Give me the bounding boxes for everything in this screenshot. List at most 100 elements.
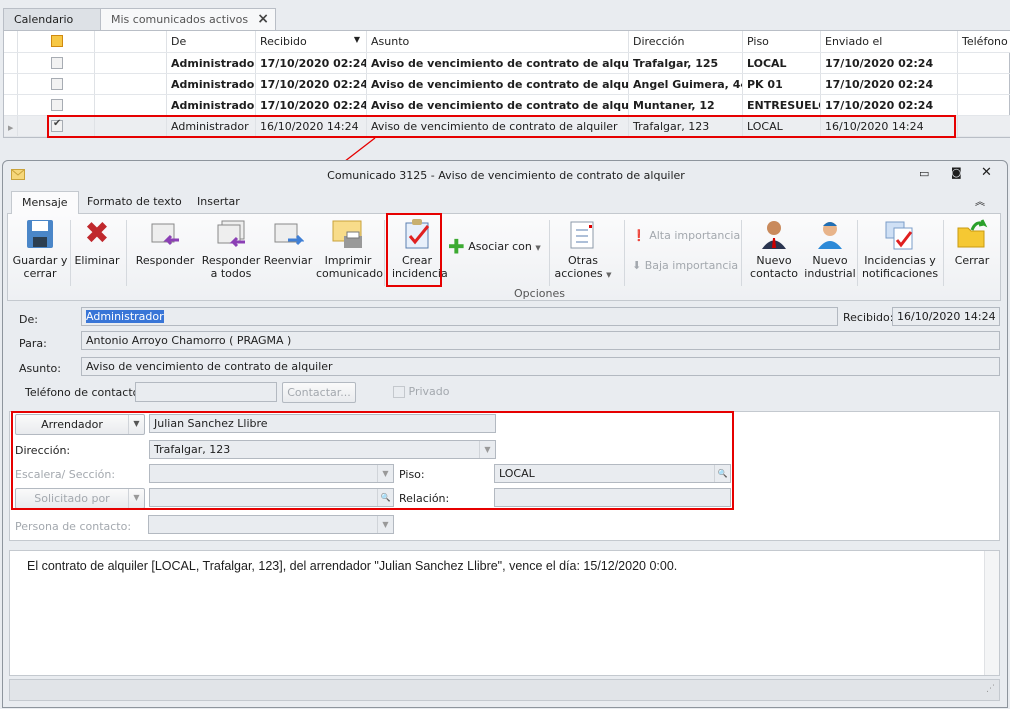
- asociar-con-button[interactable]: ✚ Asociar con ▼: [448, 237, 548, 257]
- crear-incidencia-highlight: [386, 213, 442, 287]
- grid-header: De Recibido ▼ Asunto Dirección Piso Enviado el…: [4, 31, 1010, 53]
- select-all-checkbox[interactable]: [51, 35, 63, 47]
- column-header[interactable]: De: [167, 31, 256, 52]
- row-checkbox[interactable]: [51, 78, 63, 90]
- asunto-field[interactable]: Aviso de vencimiento de contrato de alqu…: [81, 357, 1000, 376]
- cell-de: Administrador: [167, 95, 256, 115]
- nuevo-industrial-button[interactable]: Nuevo industrial: [802, 218, 858, 280]
- alta-importancia-button[interactable]: ❗ Alta importancia: [632, 229, 742, 242]
- forward-icon: [272, 218, 305, 250]
- column-header[interactable]: Asunto: [367, 31, 629, 52]
- cell-piso: LOCAL: [743, 53, 821, 73]
- cell: [958, 95, 1010, 115]
- table-row[interactable]: Administrador 17/10/2020 02:24 Aviso de ve…: [4, 74, 1010, 95]
- label: Baja importancia: [644, 259, 739, 272]
- contactar-button[interactable]: Contactar...: [282, 382, 356, 403]
- label: Asociar con: [468, 240, 532, 253]
- cell: [958, 74, 1010, 94]
- cell-direccion: Muntaner, 12: [629, 95, 743, 115]
- guardar-button[interactable]: Guardar y cerrar: [12, 218, 68, 280]
- cell: [4, 53, 18, 73]
- cell-asunto: Aviso de vencimiento de contrato de alqu…: [367, 95, 629, 115]
- cerrar-button[interactable]: Cerrar: [946, 218, 998, 267]
- cell-enviado: 17/10/2020 02:24: [821, 53, 958, 73]
- body-editor[interactable]: El contrato de alquiler [LOCAL, Trafalga…: [9, 550, 1000, 676]
- cell: [18, 95, 95, 115]
- para-field[interactable]: Antonio Arroyo Chamorro ( PRAGMA ): [81, 331, 1000, 350]
- telefono-label: Teléfono de contacto:: [25, 386, 144, 399]
- telefono-field[interactable]: [135, 382, 277, 402]
- selected-row-highlight: [47, 115, 956, 138]
- ribbon-tab-formato[interactable]: Formato de texto: [77, 191, 192, 213]
- ribbon-tab-insertar[interactable]: Insertar: [187, 191, 250, 213]
- column-header[interactable]: Teléfono de: [958, 31, 1010, 52]
- ribbon-tab-mensaje[interactable]: Mensaje: [11, 191, 79, 214]
- row-checkbox[interactable]: [51, 57, 63, 69]
- cell-asunto: Aviso de vencimiento de contrato de alqu…: [367, 53, 629, 73]
- comunicado-window: Comunicado 3125 - Aviso de vencimiento d…: [2, 160, 1008, 708]
- print-mail-icon: [332, 218, 364, 250]
- cell-piso: ENTRESUELO: [743, 95, 821, 115]
- column-header-blank[interactable]: [18, 31, 95, 52]
- baja-importancia-button[interactable]: ⬇ Baja importancia: [632, 259, 742, 272]
- nuevo-contacto-button[interactable]: Nuevo contacto: [746, 218, 802, 280]
- responder-button[interactable]: Responder: [134, 218, 196, 267]
- plus-icon: ✚: [448, 234, 465, 259]
- privado-checkbox[interactable]: Privado: [393, 385, 449, 398]
- column-header[interactable]: Recibido ▼: [256, 31, 367, 52]
- vertical-scrollbar[interactable]: [984, 551, 999, 675]
- label: Otras acciones: [554, 254, 603, 280]
- close-icon[interactable]: ×: [257, 11, 269, 27]
- tab-mis-comunicados[interactable]: Mis comunicados activos ×: [100, 8, 276, 30]
- column-header[interactable]: Enviado el: [821, 31, 958, 52]
- tab-calendario[interactable]: Calendario: [3, 8, 101, 30]
- incidencias-button[interactable]: Incidencias y notificaciones: [860, 218, 940, 280]
- cell-recibido: 17/10/2020 02:24: [256, 74, 367, 94]
- down-arrow-icon: ⬇: [632, 259, 642, 272]
- label: Guardar y cerrar: [12, 254, 68, 280]
- minimize-button[interactable]: ▭: [919, 167, 929, 180]
- column-header[interactable]: Piso: [743, 31, 821, 52]
- imprimir-button[interactable]: Imprimir comunicado: [316, 218, 383, 280]
- label: Privado: [408, 385, 450, 398]
- row-checkbox[interactable]: [51, 99, 63, 111]
- reply-all-icon: [215, 218, 247, 250]
- reply-icon: [149, 218, 181, 250]
- cell: [4, 95, 18, 115]
- column-header-blank[interactable]: [4, 31, 18, 52]
- cell-de: Administrador: [167, 53, 256, 73]
- table-row[interactable]: Administrador 17/10/2020 02:24 Aviso de ve…: [4, 95, 1010, 116]
- recibido-field: 16/10/2020 14:24: [892, 307, 1000, 326]
- collapse-ribbon-icon[interactable]: ︽: [975, 193, 985, 208]
- close-button[interactable]: ✕: [981, 165, 992, 180]
- label: Incidencias y notificaciones: [861, 254, 939, 280]
- cell-de: Administrador: [167, 74, 256, 94]
- cell-piso: PK 01: [743, 74, 821, 94]
- eliminar-button[interactable]: ✖ Eliminar: [72, 218, 122, 268]
- label: Responder: [135, 254, 195, 267]
- label: Nuevo contacto: [750, 254, 798, 280]
- persona-select[interactable]: ▼: [148, 515, 394, 534]
- de-field[interactable]: Administrador: [81, 307, 838, 326]
- ribbon: Guardar y cerrar ✖ Eliminar Responder Res…: [7, 213, 1001, 301]
- sort-desc-icon[interactable]: ▼: [354, 35, 360, 44]
- cell-recibido: 17/10/2020 02:24: [256, 53, 367, 73]
- row-indicator-icon: ▶: [8, 124, 14, 132]
- column-header[interactable]: Dirección: [629, 31, 743, 52]
- column-header-blank[interactable]: [95, 31, 167, 52]
- status-bar: ⋰: [9, 679, 1000, 701]
- reenviar-button[interactable]: Reenviar: [262, 218, 314, 267]
- details-highlight: [11, 411, 734, 510]
- maximize-button[interactable]: ◙: [951, 166, 962, 179]
- worker-icon: [814, 218, 846, 250]
- cell: [958, 116, 1010, 136]
- cell: [18, 53, 95, 73]
- label: Nuevo industrial: [804, 254, 856, 280]
- label: Cerrar: [954, 254, 990, 267]
- de-label: De:: [19, 313, 38, 326]
- otras-acciones-button[interactable]: Otras acciones ▼: [554, 218, 612, 282]
- responder-todos-button[interactable]: Responder a todos: [200, 218, 262, 280]
- resize-grip-icon[interactable]: ⋰: [986, 684, 995, 694]
- table-row[interactable]: Administrador 17/10/2020 02:24 Aviso de ve…: [4, 53, 1010, 74]
- group-label: Opciones: [514, 287, 565, 300]
